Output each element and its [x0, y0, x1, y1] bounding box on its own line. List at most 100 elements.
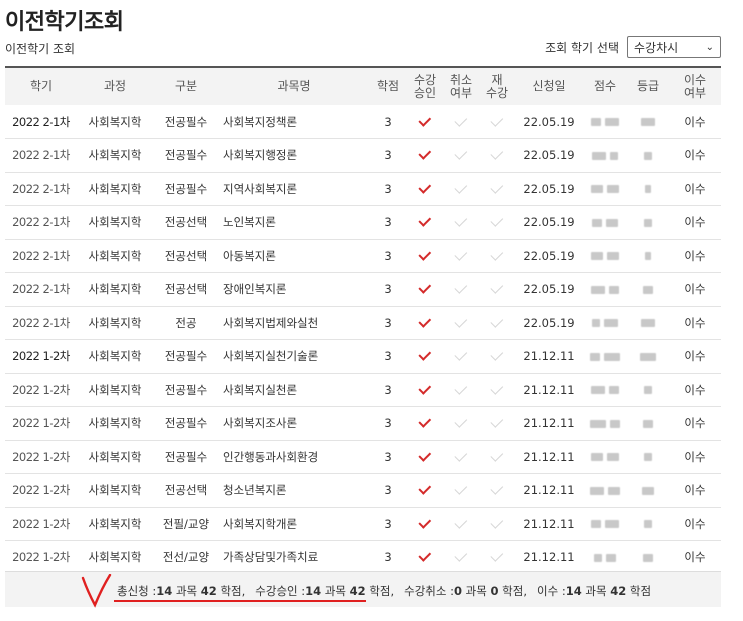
redacted-score — [590, 486, 605, 495]
cell-date: 21.12.11 — [523, 349, 575, 364]
cell-credits: 3 — [384, 282, 392, 297]
cell-score — [583, 507, 627, 541]
cell-cancelled — [443, 440, 479, 474]
check-icon — [453, 314, 467, 328]
cell-approved — [407, 273, 443, 307]
cell-category: 전공선택 — [164, 282, 208, 297]
cell-cancelled — [443, 239, 479, 273]
cell-approved — [407, 306, 443, 340]
header-credits: 학점 — [376, 79, 400, 93]
cell-score — [583, 440, 627, 474]
redacted-grade — [643, 285, 653, 294]
header-category: 구분 — [174, 79, 198, 93]
term-select-dropdown[interactable]: 수강차시 ⌄ — [627, 36, 721, 58]
redacted-score — [591, 118, 602, 126]
cell-subject: 사회복지법제와실천 — [223, 315, 319, 330]
check-icon — [489, 314, 503, 328]
cell-retake — [479, 474, 515, 508]
cell-date: 22.05.19 — [523, 248, 575, 263]
cell-completed: 이수 — [684, 550, 706, 565]
check-icon — [453, 549, 467, 562]
cell-completed: 이수 — [684, 248, 706, 263]
cell-date: 21.12.11 — [523, 416, 575, 431]
cell-completed: 이수 — [684, 315, 706, 330]
cell-category: 전공선택 — [164, 248, 208, 263]
check-icon — [417, 180, 431, 194]
redacted-score — [591, 185, 604, 194]
cell-credits: 3 — [384, 516, 392, 531]
redacted-grade — [640, 352, 656, 361]
redacted-score — [591, 285, 606, 294]
check-icon — [489, 482, 503, 495]
cell-score — [583, 407, 627, 441]
cell-retake — [479, 306, 515, 340]
header-retake: 재 수강 — [485, 72, 509, 100]
cell-cancelled — [443, 206, 479, 240]
table-row: 2022 1-2차 사회복지학 전공선택 청소년복지론 3 21.12.11 이수 — [5, 474, 721, 508]
cell-completed: 이수 — [684, 349, 706, 364]
cell-course: 사회복지학 — [88, 181, 142, 196]
cell-grade — [627, 172, 669, 206]
redacted-score — [607, 486, 620, 495]
check-icon — [417, 549, 431, 562]
redacted-score — [592, 218, 603, 227]
redacted-score — [608, 285, 619, 294]
redacted-score — [591, 520, 602, 529]
cell-subject: 지역사회복지론 — [223, 181, 298, 196]
check-icon — [489, 549, 503, 562]
check-icon — [489, 415, 503, 428]
cell-credits: 3 — [384, 181, 392, 196]
cell-retake — [479, 139, 515, 173]
cell-subject: 사회복지행정론 — [223, 148, 298, 163]
cell-subject: 인간행동과사회환경 — [223, 449, 319, 464]
cell-cancelled — [443, 273, 479, 307]
cell-approved — [407, 440, 443, 474]
check-icon — [489, 180, 503, 194]
cell-term: 2022 1-2차 — [12, 349, 70, 364]
cell-credits: 3 — [384, 248, 392, 263]
check-icon — [417, 381, 431, 395]
cell-score — [583, 239, 627, 273]
cell-score — [583, 172, 627, 206]
redacted-score — [591, 453, 604, 462]
redacted-score — [605, 218, 618, 227]
check-icon — [453, 381, 467, 395]
cell-date: 22.05.19 — [523, 282, 575, 297]
check-icon — [453, 180, 467, 194]
check-icon — [489, 113, 503, 127]
cell-subject: 장애인복지론 — [223, 282, 287, 297]
check-icon — [489, 247, 503, 261]
header-approved: 수강 승인 — [413, 72, 437, 100]
cell-grade — [627, 105, 669, 139]
check-icon — [417, 515, 431, 529]
cell-date: 22.05.19 — [523, 148, 575, 163]
checkmark-annotation-icon — [81, 574, 112, 608]
cell-approved — [407, 373, 443, 407]
cell-approved — [407, 474, 443, 508]
cell-cancelled — [443, 373, 479, 407]
table-row: 2022 2-1차 사회복지학 전공필수 사회복지행정론 3 22.05.19 이수 — [5, 139, 721, 173]
term-select-group: 조회 학기 선택 수강차시 ⌄ — [545, 36, 721, 58]
cell-retake — [479, 507, 515, 541]
table-row: 2022 1-2차 사회복지학 전필/교양 사회복지학개론 3 21.12.11 이수 — [5, 507, 721, 541]
check-icon — [453, 247, 467, 261]
cell-term: 2022 2-1차 — [12, 282, 70, 297]
cell-date: 21.12.11 — [523, 382, 575, 397]
redacted-score — [591, 252, 604, 261]
cell-score — [583, 139, 627, 173]
cell-category: 전공필수 — [164, 114, 208, 129]
redacted-score — [590, 419, 607, 428]
redacted-grade — [644, 218, 652, 227]
redacted-score — [594, 553, 603, 562]
cell-course: 사회복지학 — [88, 516, 142, 531]
header-course: 과정 — [103, 79, 127, 93]
annotation-underline — [114, 600, 366, 602]
cell-category: 전필/교양 — [162, 516, 210, 531]
cell-category: 전공 — [175, 315, 197, 330]
header-subject: 과목명 — [277, 79, 311, 93]
cell-score — [583, 474, 627, 508]
cell-approved — [407, 541, 443, 575]
cell-cancelled — [443, 407, 479, 441]
cell-subject: 사회복지조사론 — [223, 416, 298, 431]
cell-approved — [407, 239, 443, 273]
